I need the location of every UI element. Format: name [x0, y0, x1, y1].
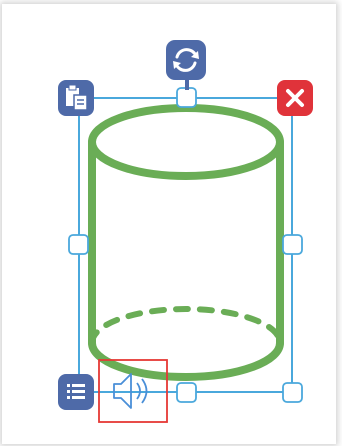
- paste-button[interactable]: [58, 80, 94, 116]
- menu-button[interactable]: [58, 374, 94, 410]
- selection-box: [78, 97, 293, 393]
- resize-handle-bottom[interactable]: [176, 382, 197, 403]
- list-menu-icon: [67, 384, 85, 399]
- cylinder-shape[interactable]: [88, 104, 284, 381]
- stage: [0, 0, 342, 446]
- cylinder-top: [88, 104, 284, 180]
- resize-handle-left[interactable]: [68, 234, 89, 255]
- delete-button[interactable]: [277, 80, 313, 116]
- resize-handle-right[interactable]: [282, 234, 303, 255]
- rotate-button[interactable]: [166, 40, 206, 90]
- resize-handle-top[interactable]: [176, 87, 197, 108]
- resize-handle-bottom-right[interactable]: [282, 382, 303, 403]
- cylinder-bottom-back: [89, 306, 283, 346]
- sound-button[interactable]: [104, 364, 162, 418]
- canvas[interactable]: [0, 0, 342, 446]
